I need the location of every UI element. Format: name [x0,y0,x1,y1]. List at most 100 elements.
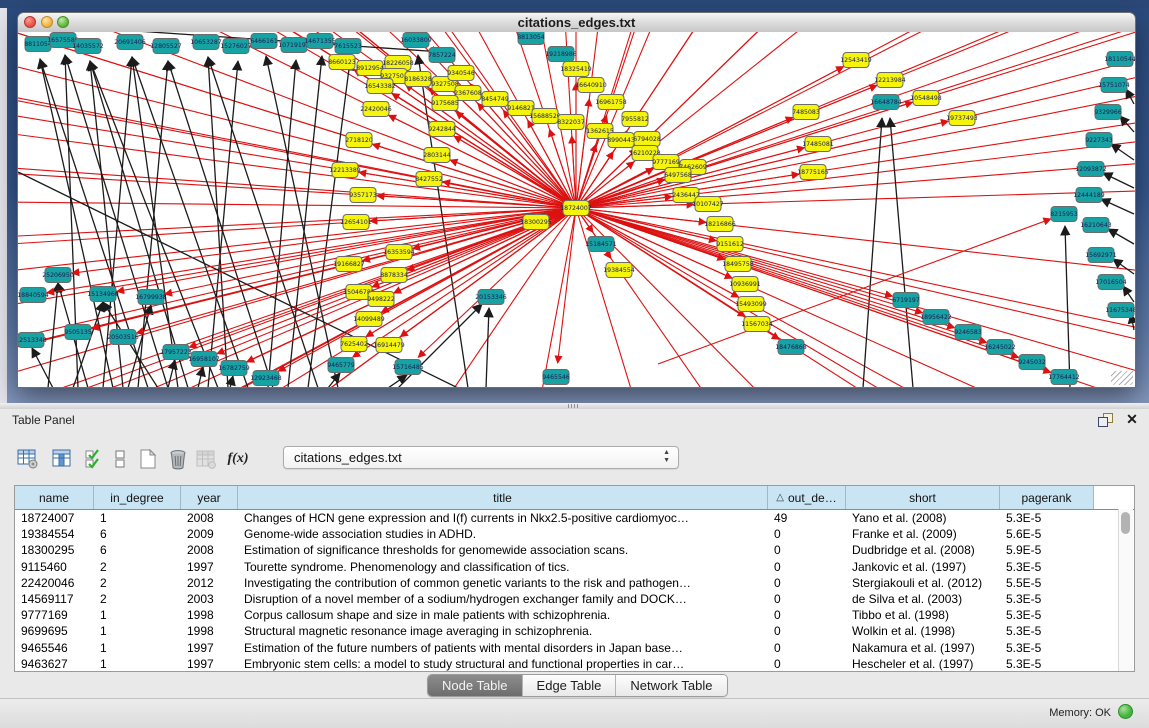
tab-network-table[interactable]: Network Table [616,675,726,696]
table-cell[interactable]: 1 [94,623,181,639]
table-cell[interactable]: 0 [768,542,846,558]
graph-node[interactable]: 12213984 [874,73,906,88]
graph-node[interactable]: 12923468 [250,371,282,386]
import-table-button[interactable] [192,445,220,473]
network-view-window[interactable]: citations_edges.txt 88110541657558014035… [17,12,1136,388]
table-row[interactable]: 911546021997Tourette syndrome. Phenomeno… [15,559,1134,575]
column-header-name[interactable]: name [15,486,94,509]
table-cell[interactable]: 5.3E-5 [1000,623,1094,639]
table-cell[interactable]: Embryonic stem cells: a model to study s… [238,656,768,672]
table-cell[interactable]: Corpus callosum shape and size in male p… [238,607,768,623]
graph-node[interactable]: 16648784 [870,95,902,110]
graph-node[interactable]: 17957223 [160,345,192,360]
graph-node[interactable]: 18300295 [520,215,552,230]
graph-node[interactable]: 7857224 [428,48,456,63]
graph-node[interactable]: 7615523 [334,39,362,54]
table-cell[interactable]: 18724007 [15,510,94,526]
table-cell[interactable]: 9777169 [15,607,94,623]
tab-edge-table[interactable]: Edge Table [523,675,617,696]
graph-node[interactable]: 20503516 [107,330,139,345]
graph-node[interactable]: 8322037 [557,115,585,130]
table-cell[interactable]: 0 [768,656,846,672]
table-cell[interactable]: Structural magnetic resonance image aver… [238,623,768,639]
graph-node[interactable]: 18476868 [775,340,807,355]
graph-node[interactable]: 16961758 [595,95,627,110]
table-cell[interactable]: 2012 [181,575,238,591]
table-cell[interactable]: 9465546 [15,640,94,656]
table-row[interactable]: 977716911998Corpus callosum shape and si… [15,607,1134,623]
table-cell[interactable]: 0 [768,575,846,591]
graph-node[interactable]: 9357173 [349,188,377,203]
table-cell[interactable]: Yano et al. (2008) [846,510,1000,526]
table-cell[interactable]: 0 [768,526,846,542]
graph-node[interactable]: 9329966 [1094,105,1122,120]
table-cell[interactable]: Dudbridge et al. (2008) [846,542,1000,558]
graph-node[interactable]: 2803144 [423,148,451,163]
graph-node[interactable]: 8215953 [1050,207,1078,222]
graph-node[interactable]: 18840594 [18,288,49,303]
graph-node[interactable]: 7955812 [621,112,649,127]
graph-node[interactable]: 16799938 [135,290,167,305]
table-cell[interactable]: 0 [768,591,846,607]
memory-status-icon[interactable] [1118,704,1133,719]
table-cell[interactable]: 5.3E-5 [1000,656,1094,672]
graph-node[interactable]: 14099489 [353,312,385,327]
table-cell[interactable]: Investigating the contribution of common… [238,575,768,591]
table-cell[interactable]: Changes of HCN gene expression and I(f) … [238,510,768,526]
graph-node[interactable]: 16353594 [383,245,415,260]
table-cell[interactable]: 2 [94,575,181,591]
table-cell[interactable]: 6 [94,542,181,558]
delete-column-button[interactable] [164,445,192,473]
graph-node[interactable]: 18956422 [920,310,952,325]
table-cell[interactable]: Nakamura et al. (1997) [846,640,1000,656]
graph-node[interactable]: 16782759 [218,361,250,376]
table-cell[interactable]: 2 [94,559,181,575]
graph-node[interactable]: 18216866 [704,217,736,232]
table-cell[interactable]: Stergiakouli et al. (2012) [846,575,1000,591]
table-cell[interactable]: 1 [94,656,181,672]
graph-node[interactable]: 12213389 [329,163,361,178]
graph-node[interactable]: 8186328 [404,72,432,87]
graph-node[interactable]: 8660123 [328,55,356,70]
graph-node[interactable]: 16958107 [188,352,220,367]
scrollbar-thumb[interactable] [1121,512,1130,534]
select-rows-button[interactable] [80,445,108,473]
graph-node[interactable]: 9242844 [428,122,456,137]
table-row[interactable]: 1830029562008Estimation of significance … [15,542,1134,558]
close-panel-icon[interactable]: ✕ [1124,411,1140,427]
table-row[interactable]: 1872400712008Changes of HCN gene express… [15,510,1134,526]
table-cell[interactable]: 0 [768,559,846,575]
graph-node[interactable]: 12805527 [150,39,182,54]
graph-node[interactable]: 14035572 [72,39,104,54]
table-cell[interactable]: 22420046 [15,575,94,591]
graph-node[interactable]: 6794028 [633,132,661,147]
table-source-select[interactable]: citations_edges.txt ▲▼ [283,446,679,469]
graph-node[interactable]: 14671355 [304,34,336,49]
table-cell[interactable]: 1 [94,510,181,526]
graph-node[interactable]: 20153346 [475,290,507,305]
graph-node[interactable]: 9498222 [367,292,395,307]
table-row[interactable]: 1456911722003Disruption of a novel membe… [15,591,1134,607]
table-cell[interactable]: Estimation of the future numbers of pati… [238,640,768,656]
graph-node[interactable]: 7485083 [792,105,820,120]
table-cell[interactable]: Genome-wide association studies in ADHD. [238,526,768,542]
show-columns-button[interactable] [48,445,76,473]
table-row[interactable]: 946554611997Estimation of the future num… [15,640,1134,656]
graph-node[interactable]: 6719197 [892,293,920,308]
graph-node[interactable]: 15751074 [1098,78,1130,93]
table-row[interactable]: 1938455462009Genome-wide association stu… [15,526,1134,542]
window-resize-grip[interactable] [1111,371,1133,385]
table-cell[interactable]: 1 [94,640,181,656]
graph-node[interactable]: 9246583 [954,325,982,340]
graph-node[interactable]: 22420046 [360,102,392,117]
tab-node-table[interactable]: Node Table [428,675,523,696]
graph-node[interactable]: 11675348 [1105,303,1135,318]
graph-node[interactable]: 9340546 [447,66,475,81]
table-cell[interactable]: 1998 [181,623,238,639]
table-cell[interactable]: 2009 [181,526,238,542]
table-cell[interactable]: de Silva et al. (2003) [846,591,1000,607]
graph-node[interactable]: 7625402 [340,337,368,352]
graph-node[interactable]: 6497568 [664,168,692,183]
graph-node[interactable]: 19166827 [333,257,365,272]
graph-node[interactable]: 19737493 [946,111,978,126]
